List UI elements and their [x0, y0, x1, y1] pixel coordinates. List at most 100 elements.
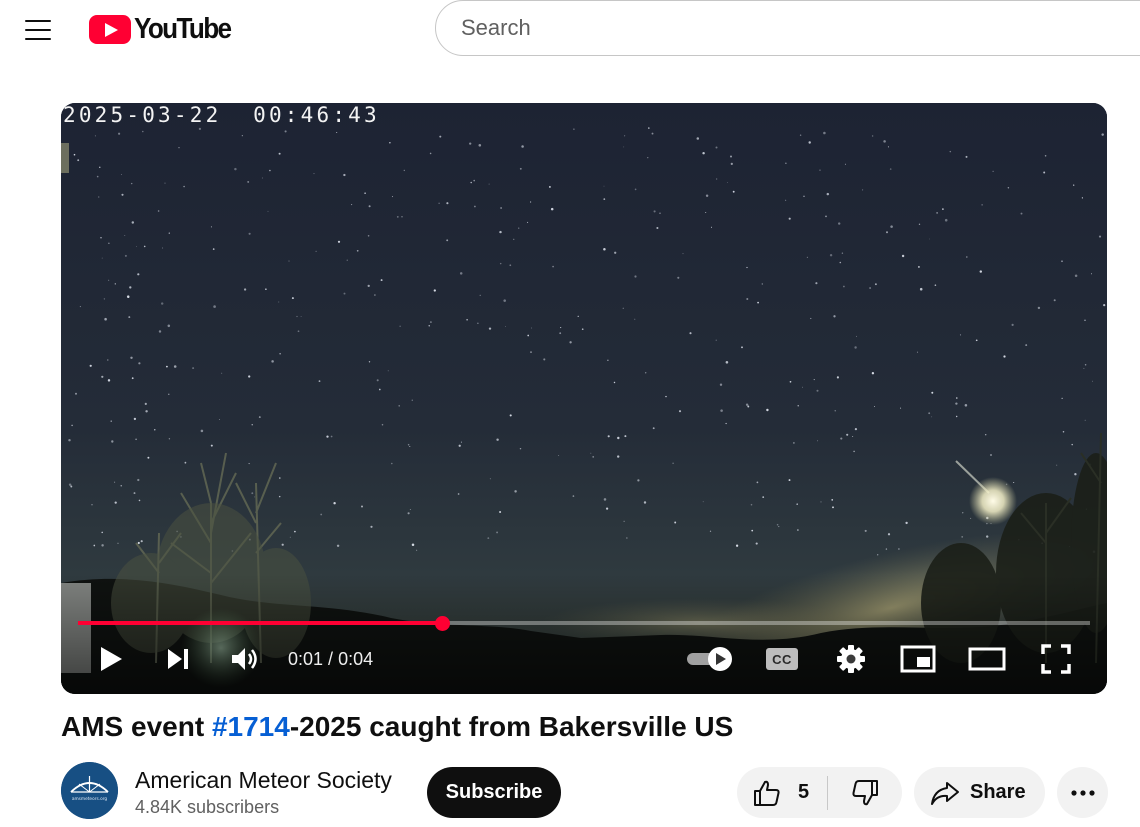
star [284, 130, 287, 133]
star [367, 284, 370, 288]
star [166, 365, 168, 368]
star [120, 174, 122, 175]
dislike-button[interactable] [828, 767, 902, 818]
star [458, 444, 461, 447]
star [874, 283, 877, 286]
star [336, 544, 340, 548]
star [158, 330, 162, 333]
star [789, 380, 792, 383]
star [248, 463, 250, 465]
search-input[interactable] [459, 14, 1063, 42]
star [871, 372, 875, 375]
video-player[interactable]: 2025-03-22 00:46:43 0:01 / 0:04 CC [61, 103, 1107, 694]
star [1056, 464, 1058, 466]
star [254, 496, 256, 498]
star [928, 412, 931, 415]
star [390, 462, 393, 465]
share-button[interactable]: Share [914, 767, 1045, 818]
star [130, 182, 133, 185]
star [590, 452, 592, 454]
thumbs-up-icon [754, 780, 780, 806]
star [944, 218, 948, 222]
star [959, 334, 962, 336]
autoplay-toggle[interactable] [683, 637, 737, 681]
ams-logo-icon: amsmeteors.org [61, 762, 118, 819]
star [560, 327, 562, 329]
star [470, 181, 472, 184]
captions-button[interactable]: CC [761, 637, 803, 681]
star [919, 287, 923, 291]
star [735, 544, 739, 547]
star [862, 189, 864, 191]
fullscreen-button[interactable] [1035, 637, 1077, 681]
star [79, 306, 81, 308]
star [720, 409, 723, 412]
search-box[interactable] [435, 0, 1140, 56]
star [825, 215, 827, 218]
star [147, 456, 150, 459]
star [68, 438, 71, 442]
star [839, 261, 842, 264]
star [788, 479, 791, 482]
star [548, 185, 551, 188]
channel-name[interactable]: American Meteor Society [135, 767, 392, 794]
star [89, 364, 92, 367]
star [689, 332, 692, 335]
star [389, 142, 391, 144]
star [1084, 363, 1087, 366]
star [367, 235, 370, 237]
like-button[interactable]: 5 [737, 767, 827, 818]
star [799, 134, 802, 136]
star [278, 301, 280, 303]
star [607, 435, 610, 438]
play-button[interactable] [91, 637, 131, 681]
star [886, 231, 888, 234]
star [1037, 306, 1041, 310]
star [477, 322, 479, 324]
star [210, 444, 213, 447]
star [617, 436, 620, 440]
star [1092, 380, 1093, 382]
star [647, 157, 649, 159]
star [70, 485, 73, 488]
progress-played [78, 621, 443, 625]
star [192, 367, 195, 370]
progress-bar[interactable] [78, 616, 1090, 631]
star [71, 424, 73, 427]
star [696, 137, 700, 140]
star [133, 492, 136, 495]
star [210, 226, 212, 228]
star [399, 325, 401, 327]
star [279, 477, 281, 479]
volume-button[interactable] [225, 637, 265, 681]
channel-avatar[interactable]: amsmeteors.org [61, 762, 118, 819]
star [917, 265, 920, 268]
star [124, 235, 126, 237]
star [129, 286, 132, 289]
more-horizontal-icon [1070, 789, 1095, 796]
youtube-logo[interactable]: YouTube [89, 12, 241, 46]
star [380, 279, 383, 282]
star [653, 210, 656, 213]
star [677, 276, 680, 279]
volume-icon [232, 648, 257, 670]
star [128, 316, 131, 319]
star [815, 282, 818, 285]
next-button[interactable] [158, 637, 198, 681]
star [407, 512, 410, 515]
theater-mode-button[interactable] [965, 637, 1009, 681]
hashtag-link[interactable]: #1714 [212, 711, 290, 742]
star [409, 509, 411, 510]
star [73, 153, 76, 156]
star [1013, 481, 1015, 484]
play-icon [101, 647, 122, 671]
star [1073, 184, 1075, 186]
controls-gradient [61, 574, 1107, 694]
star [343, 173, 346, 177]
star [248, 232, 251, 235]
settings-button[interactable] [830, 637, 872, 681]
miniplayer-button[interactable] [897, 637, 939, 681]
subscribe-button[interactable]: Subscribe [427, 767, 561, 818]
more-actions-button[interactable] [1057, 767, 1108, 818]
hamburger-menu-icon[interactable] [22, 14, 54, 46]
